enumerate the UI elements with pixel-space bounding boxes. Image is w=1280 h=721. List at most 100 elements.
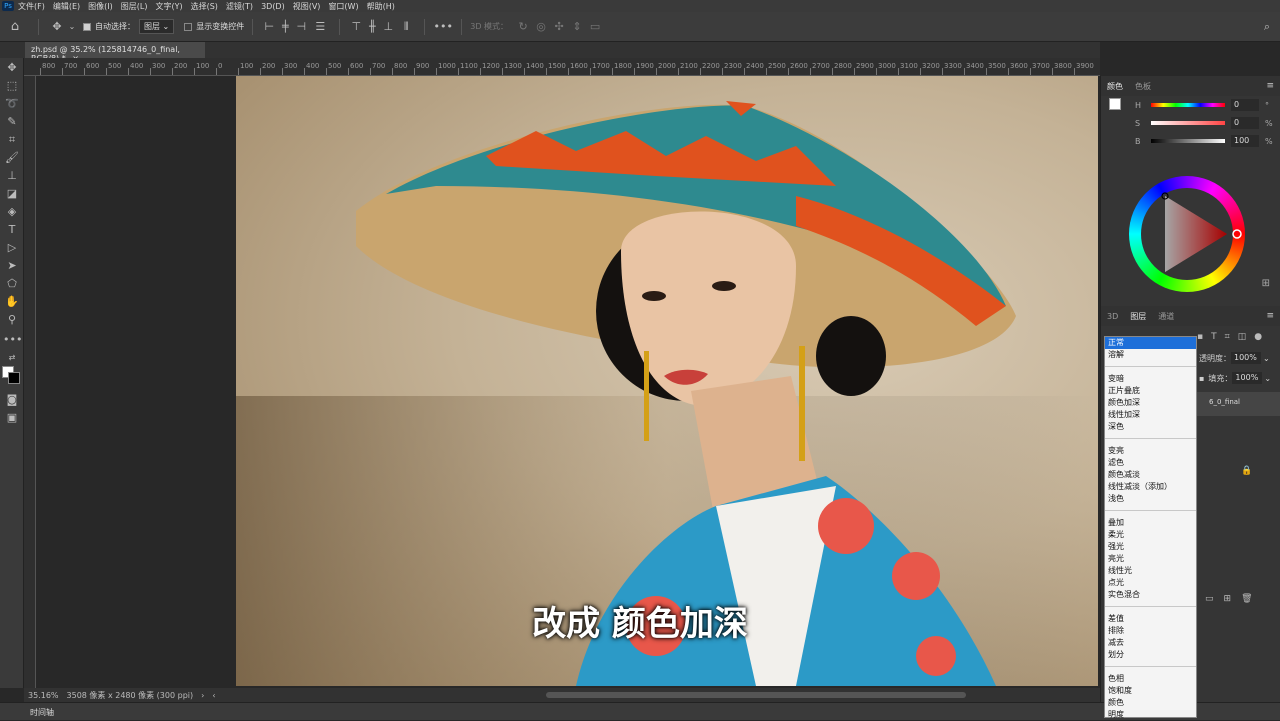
blend-mode-option[interactable]: 亮光: [1105, 553, 1196, 565]
menu-type[interactable]: 文字(Y): [155, 1, 182, 12]
blend-mode-option[interactable]: 叠加: [1105, 517, 1196, 529]
background-color-swatch[interactable]: [8, 372, 20, 384]
chevron-right-icon[interactable]: ›: [201, 691, 204, 700]
shape-tool-icon[interactable]: ⬠: [3, 276, 21, 292]
blend-mode-option[interactable]: 变亮: [1105, 445, 1196, 457]
blend-mode-option[interactable]: 饱和度: [1105, 685, 1196, 697]
delete-layer-icon[interactable]: 🗑: [1241, 594, 1252, 604]
tab-channels[interactable]: 通道: [1158, 311, 1174, 322]
blend-mode-option[interactable]: 滤色: [1105, 457, 1196, 469]
menu-window[interactable]: 窗口(W): [328, 1, 358, 12]
stamp-tool-icon[interactable]: ⊥: [3, 168, 21, 184]
blend-mode-option[interactable]: 变暗: [1105, 373, 1196, 385]
blend-mode-option[interactable]: 线性光: [1105, 565, 1196, 577]
search-icon[interactable]: ⌕: [1260, 20, 1274, 34]
quick-mask-icon[interactable]: ◙: [3, 392, 21, 408]
brightness-value[interactable]: 100: [1231, 135, 1259, 147]
blend-mode-option[interactable]: 强光: [1105, 541, 1196, 553]
3d-scale-icon[interactable]: ▭: [586, 20, 604, 33]
tab-color[interactable]: 颜色: [1107, 81, 1123, 92]
type-tool-icon[interactable]: T: [3, 222, 21, 238]
filter-shape-icon[interactable]: ⌗: [1225, 332, 1230, 342]
new-layer-icon[interactable]: ⊞: [1224, 594, 1232, 604]
menu-select[interactable]: 选择(S): [191, 1, 218, 12]
document-canvas[interactable]: [236, 76, 1098, 686]
menu-layer[interactable]: 图层(L): [121, 1, 148, 12]
foreground-color-swatch[interactable]: [1109, 98, 1121, 110]
saturation-value[interactable]: 0: [1231, 117, 1259, 129]
menu-3d[interactable]: 3D(D): [261, 2, 285, 11]
hue-slider[interactable]: [1151, 103, 1225, 107]
horizontal-scrollbar[interactable]: [545, 692, 966, 698]
lasso-tool-icon[interactable]: ➰: [3, 96, 21, 112]
color-triangle[interactable]: [1129, 176, 1245, 292]
blend-mode-option[interactable]: 点光: [1105, 577, 1196, 589]
zoom-tool-icon[interactable]: ⚲: [3, 312, 21, 328]
align-center-icon[interactable]: ╪: [277, 20, 293, 33]
filter-smart-icon[interactable]: ◫: [1238, 332, 1247, 342]
tab-layers[interactable]: 图层: [1130, 311, 1146, 322]
path-select-tool-icon[interactable]: ▷: [3, 240, 21, 256]
auto-select-dropdown[interactable]: 图层 ⌄: [139, 19, 175, 34]
home-icon[interactable]: ⌂: [0, 19, 30, 34]
color-wheel[interactable]: [1129, 176, 1245, 292]
layer-row[interactable]: 6_0_final: [1197, 392, 1280, 416]
blend-mode-option[interactable]: 颜色减淡: [1105, 469, 1196, 481]
blend-mode-option[interactable]: 线性加深: [1105, 409, 1196, 421]
menu-help[interactable]: 帮助(H): [367, 1, 395, 12]
blend-mode-option[interactable]: 划分: [1105, 649, 1196, 661]
align-bottom-icon[interactable]: ⊥: [380, 20, 396, 33]
blend-mode-option[interactable]: 柔光: [1105, 529, 1196, 541]
menu-image[interactable]: 图像(I): [88, 1, 113, 12]
show-transform-checkbox[interactable]: [184, 22, 193, 31]
blend-mode-option[interactable]: 颜色: [1105, 697, 1196, 709]
blend-mode-option[interactable]: 正常: [1105, 337, 1196, 349]
blend-mode-option[interactable]: 线性减淡（添加）: [1105, 481, 1196, 493]
more-tools-icon[interactable]: •••: [3, 332, 22, 348]
align-right-icon[interactable]: ⊣: [293, 20, 309, 33]
gradient-tool-icon[interactable]: ◈: [3, 204, 21, 220]
more-options-icon[interactable]: •••: [433, 20, 453, 33]
align-top-icon[interactable]: ⊤: [348, 20, 364, 33]
quick-select-tool-icon[interactable]: ✎: [3, 114, 21, 130]
blend-mode-option[interactable]: 实色混合: [1105, 589, 1196, 601]
blend-mode-option[interactable]: 正片叠底: [1105, 385, 1196, 397]
blend-mode-option[interactable]: 明度: [1105, 709, 1196, 721]
zoom-level[interactable]: 35.16%: [28, 691, 59, 700]
align-left-icon[interactable]: ⊢: [261, 20, 277, 33]
filter-type-icon[interactable]: T: [1211, 332, 1217, 342]
3d-slide-icon[interactable]: ⇕: [568, 20, 586, 33]
menu-file[interactable]: 文件(F): [18, 1, 45, 12]
menu-filter[interactable]: 滤镜(T): [226, 1, 253, 12]
chevron-down-icon[interactable]: ⌄: [1263, 354, 1270, 363]
align-middle-icon[interactable]: ╫: [364, 20, 380, 33]
eraser-tool-icon[interactable]: ◪: [3, 186, 21, 202]
brush-tool-icon[interactable]: 🖌: [3, 150, 21, 166]
screen-mode-icon[interactable]: ▣: [3, 410, 21, 426]
chevron-down-icon[interactable]: ⌄: [1264, 374, 1271, 383]
blend-mode-option[interactable]: 浅色: [1105, 493, 1196, 505]
menu-view[interactable]: 视图(V): [293, 1, 321, 12]
3d-rotate-icon[interactable]: ↻: [514, 20, 532, 33]
blend-mode-option[interactable]: 差值: [1105, 613, 1196, 625]
move-tool-icon[interactable]: ✥: [3, 60, 21, 76]
lock-icon[interactable]: ▪: [1199, 374, 1204, 383]
blend-mode-option[interactable]: 排除: [1105, 625, 1196, 637]
panel-menu-icon[interactable]: ≡: [1266, 311, 1274, 321]
distribute-icon[interactable]: ☰: [309, 20, 331, 33]
blend-mode-option[interactable]: 深色: [1105, 421, 1196, 433]
tab-3d[interactable]: 3D: [1107, 312, 1118, 321]
3d-pan-icon[interactable]: ✣: [550, 20, 568, 33]
marquee-tool-icon[interactable]: ⬚: [3, 78, 21, 94]
saturation-slider[interactable]: [1151, 121, 1225, 125]
add-icon[interactable]: ⊞: [1262, 278, 1270, 289]
chevron-left-icon[interactable]: ‹: [212, 691, 215, 700]
direct-select-tool-icon[interactable]: ➤: [3, 258, 21, 274]
swap-colors-icon[interactable]: ⇄: [3, 350, 21, 366]
auto-select-checkbox[interactable]: [83, 22, 91, 31]
brightness-slider[interactable]: [1151, 139, 1225, 143]
filter-toggle-icon[interactable]: ●: [1254, 332, 1262, 342]
new-group-icon[interactable]: ▭: [1205, 594, 1214, 604]
3d-roll-icon[interactable]: ◎: [532, 20, 550, 33]
distribute-vertical-icon[interactable]: ⦀: [396, 20, 416, 34]
